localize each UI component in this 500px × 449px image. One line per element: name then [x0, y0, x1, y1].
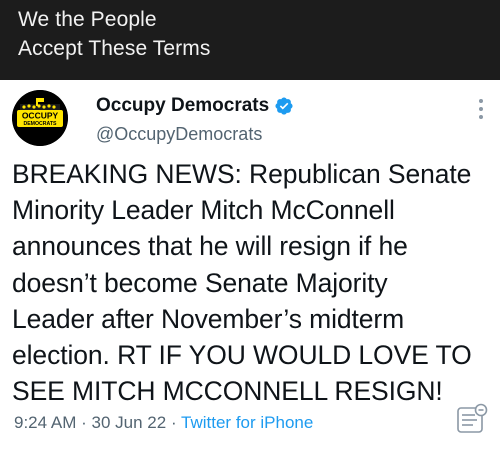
logo-text-top: OCCUPY [22, 111, 59, 121]
tweet-text-line: Minority Leader Mitch McConnell [12, 195, 395, 226]
tweet-text-line: announces that he will resign if he [12, 231, 408, 262]
tweet-time[interactable]: 9:24 AM [14, 413, 76, 432]
tweet-text: BREAKING NEWS: Republican Senate Minorit… [12, 156, 492, 409]
logo-text-bottom: DEMOCRATS [23, 121, 57, 127]
caption-banner: We the People Accept These Terms [0, 0, 500, 80]
tweet-text-line: SEE MITCH MCCONNELL RESIGN! [12, 376, 443, 407]
tweet-date[interactable]: 30 Jun 22 [92, 413, 167, 432]
tweet-source-link[interactable]: Twitter for iPhone [181, 413, 313, 432]
occupy-democrats-logo: OCCUPY DEMOCRATS [12, 90, 68, 146]
more-options-icon[interactable] [478, 98, 484, 120]
caption-line-2: Accept These Terms [18, 37, 211, 60]
tweet-text-line: election. RT IF YOU WOULD LOVE TO [12, 340, 472, 371]
tweet-text-line: Leader after November’s midterm [12, 303, 405, 334]
screenshot-frame: We the People Accept These Terms OCCUPY … [0, 0, 500, 449]
tweet-meta: 9:24 AM · 30 Jun 22 · Twitter for iPhone [14, 413, 313, 433]
avatar[interactable]: OCCUPY DEMOCRATS [12, 90, 68, 146]
meta-separator: · [81, 413, 87, 432]
display-name[interactable]: Occupy Democrats [96, 95, 269, 117]
tweet-text-line: BREAKING NEWS: Republican Senate [12, 159, 472, 189]
tweet-text-line: doesn’t become Senate Majority [12, 267, 388, 298]
verified-badge-icon [275, 97, 293, 115]
caption-line-1: We the People [18, 8, 157, 31]
tweet-card: OCCUPY DEMOCRATS Occupy Democrats @Occup… [0, 80, 500, 449]
meta-separator: · [170, 413, 177, 432]
user-handle[interactable]: @OccupyDemocrats [96, 124, 262, 145]
analytics-icon[interactable] [455, 402, 489, 436]
